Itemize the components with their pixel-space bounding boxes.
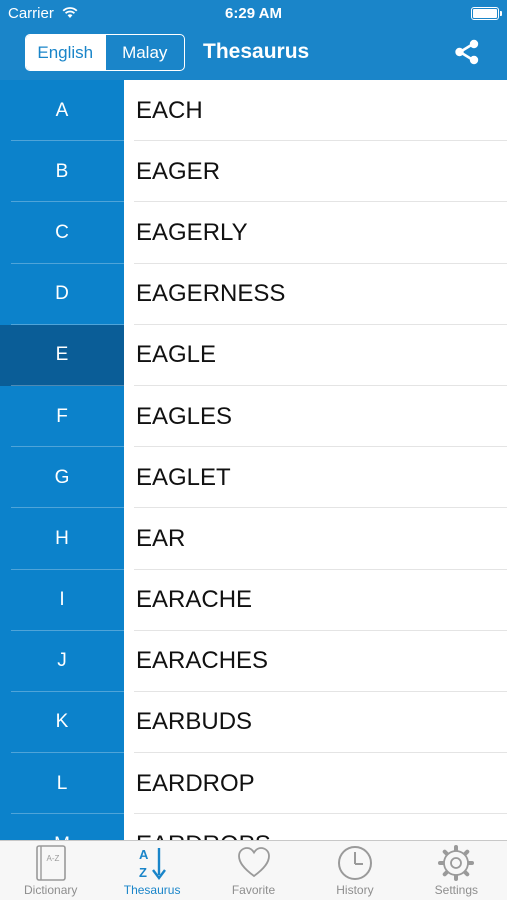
tab-bar: A-Z Dictionary A Z Thesaurus Favorite Hi… <box>0 840 507 900</box>
list-item[interactable]: EAGLET <box>124 447 507 509</box>
list-item[interactable]: EAGER <box>124 141 507 203</box>
dictionary-book-icon: A-Z <box>31 844 71 882</box>
tab-thesaurus[interactable]: A Z Thesaurus <box>101 841 202 900</box>
sort-az-icon: A Z <box>132 844 172 882</box>
list-item[interactable]: EARDROPS <box>124 814 507 840</box>
alpha-letter-a[interactable]: A <box>0 80 124 142</box>
list-item[interactable]: EACH <box>124 80 507 142</box>
gear-icon <box>436 844 476 882</box>
alpha-letter-m[interactable]: M <box>0 814 124 840</box>
list-item[interactable]: EARDROP <box>124 753 507 815</box>
tab-history[interactable]: History <box>304 841 405 900</box>
tab-label: History <box>336 883 374 897</box>
svg-text:A: A <box>139 847 149 862</box>
alpha-letter-b[interactable]: B <box>0 141 124 203</box>
status-time: 6:29 AM <box>225 5 282 22</box>
tab-label: Favorite <box>231 883 276 897</box>
segment-english[interactable]: English <box>26 35 105 70</box>
segment-malay[interactable]: Malay <box>104 35 185 70</box>
heart-icon <box>234 844 274 882</box>
tab-dictionary[interactable]: A-Z Dictionary <box>0 841 101 900</box>
tab-favorite[interactable]: Favorite <box>203 841 304 900</box>
tab-label: Thesaurus <box>123 883 181 897</box>
language-segmented-control: English Malay <box>25 34 185 71</box>
list-item[interactable]: EAGLE <box>124 325 507 387</box>
list-item[interactable]: EAGERLY <box>124 202 507 264</box>
status-bar: Carrier 6:29 AM <box>0 0 507 28</box>
alpha-letter-d[interactable]: D <box>0 264 124 325</box>
list-item[interactable]: EARACHE <box>124 570 507 631</box>
tab-settings[interactable]: Settings <box>406 841 507 900</box>
tab-label: Dictionary <box>24 883 78 897</box>
alphabet-sidebar: A B C D E F G H I J K L M <box>0 80 124 840</box>
battery-icon <box>471 7 502 20</box>
list-item[interactable]: EAGERNESS <box>124 264 507 325</box>
alpha-letter-h[interactable]: H <box>0 508 124 570</box>
svg-text:Z: Z <box>139 865 147 880</box>
alpha-letter-e[interactable]: E <box>0 324 124 387</box>
list-item[interactable]: EAGLES <box>124 386 507 448</box>
alpha-letter-c[interactable]: C <box>0 202 124 264</box>
alpha-letter-j[interactable]: J <box>0 631 124 693</box>
svg-text:A-Z: A-Z <box>46 854 59 863</box>
alpha-letter-l[interactable]: L <box>0 753 124 815</box>
page-title: Thesaurus <box>203 40 310 63</box>
tab-label: Settings <box>434 883 478 897</box>
alpha-letter-f[interactable]: F <box>0 386 124 448</box>
list-item[interactable]: EAR <box>124 508 507 570</box>
app-header: Carrier 6:29 AM English Malay Thesaurus <box>0 0 507 80</box>
share-icon[interactable] <box>453 38 481 66</box>
clock-icon <box>335 844 375 882</box>
alpha-letter-k[interactable]: K <box>0 692 124 754</box>
alpha-letter-g[interactable]: G <box>0 447 124 509</box>
alpha-letter-i[interactable]: I <box>0 570 124 631</box>
word-list: EACH EAGER EAGERLY EAGERNESS EAGLE EAGLE… <box>124 80 507 840</box>
list-item[interactable]: EARACHES <box>124 631 507 693</box>
list-item[interactable]: EARBUDS <box>124 692 507 754</box>
